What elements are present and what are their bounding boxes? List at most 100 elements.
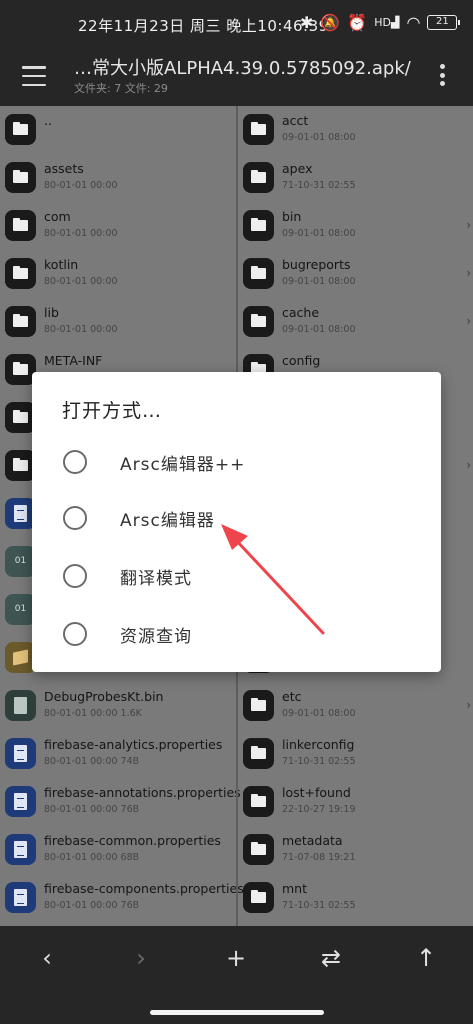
chevron-right-icon: › (466, 698, 471, 712)
file-meta: 71-07-08 19:21 (282, 852, 356, 863)
file-icon (5, 786, 36, 817)
folder-icon (5, 162, 36, 193)
file-row[interactable]: acct 09-01-01 08:00 (238, 107, 473, 155)
radio-button[interactable] (63, 622, 87, 646)
file-row[interactable]: firebase-common.properties 80-01-01 00:00… (0, 827, 236, 875)
file-name: config (282, 353, 321, 368)
file-row[interactable]: linkerconfig 71-10-31 02:55 (238, 731, 473, 779)
option-translate-mode[interactable]: 翻译模式 (32, 548, 441, 604)
file-name: firebase-components.properties (44, 881, 244, 896)
chevron-right-icon: › (466, 314, 471, 328)
option-label: 翻译模式 (120, 569, 192, 589)
file-name: cache (282, 305, 320, 320)
file-name: mnt (282, 881, 307, 896)
file-meta: 80-01-01 00:00 (44, 180, 118, 191)
wifi-icon: ◠ (406, 13, 421, 32)
file-name: lost+found (282, 785, 351, 800)
file-row[interactable]: firebase-components.properties 80-01-01 0… (0, 875, 244, 923)
file-row[interactable]: bugreports 09-01-01 08:00 › (238, 251, 473, 299)
path-title: …常大小版ALPHA4.39.0.5785092.apk/ (74, 58, 411, 79)
file-meta: 80-01-01 00:00 74B (44, 756, 140, 767)
file-row[interactable]: DebugProbesKt.bin 80-01-01 00:00 1.6K (0, 683, 236, 731)
file-row[interactable]: mnt 71-10-31 02:55 (238, 875, 473, 923)
file-meta: 80-01-01 00:00 76B (44, 900, 140, 911)
folder-icon (5, 258, 36, 289)
folder-icon (5, 114, 36, 145)
file-row[interactable]: etc 09-01-01 08:00 › (238, 683, 473, 731)
battery-icon: 21 (427, 15, 461, 30)
file-meta: 09-01-01 08:00 (282, 132, 356, 143)
radio-button[interactable] (63, 506, 87, 530)
file-name: DebugProbesKt.bin (44, 689, 164, 704)
file-name: lib (44, 305, 59, 320)
back-button[interactable]: ‹ (25, 938, 69, 978)
file-row[interactable]: lost+found 22-10-27 19:19 (238, 779, 473, 827)
file-name: apex (282, 161, 313, 176)
file-meta: 80-01-01 00:00 76B (44, 804, 140, 815)
option-label: 资源查询 (120, 627, 192, 647)
file-meta: 80-01-01 00:00 (44, 324, 118, 335)
file-row[interactable]: firebase-annotations.properties 80-01-01 … (0, 779, 241, 827)
status-icons: ✱ 🔕 ⏰ HD▟ ◠ 21 (300, 13, 461, 32)
add-button[interactable]: + (214, 938, 258, 978)
file-meta: 80-01-01 00:00 (44, 228, 118, 239)
file-row[interactable]: firebase-analytics.properties 80-01-01 00… (0, 731, 236, 779)
file-row[interactable]: .. (0, 107, 236, 155)
file-row[interactable]: lib 80-01-01 00:00 (0, 299, 236, 347)
option-resource-lookup[interactable]: 资源查询 (32, 606, 441, 662)
file-meta: 09-01-01 08:00 (282, 276, 356, 287)
folder-icon (243, 210, 274, 241)
file-meta: 09-01-01 08:00 (282, 228, 356, 239)
file-icon (5, 738, 36, 769)
folder-icon (243, 258, 274, 289)
chevron-right-icon: › (466, 458, 471, 472)
file-row[interactable]: com 80-01-01 00:00 (0, 203, 236, 251)
status-datetime: 22年11月23日 周三 晚上10:46:39 (78, 17, 329, 35)
status-bar: 22年11月23日 周三 晚上10:46:39 ✱ 🔕 ⏰ HD▟ ◠ 21 (0, 0, 473, 48)
home-indicator[interactable] (150, 1010, 324, 1015)
file-row[interactable]: bin 09-01-01 08:00 › (238, 203, 473, 251)
folder-icon (5, 210, 36, 241)
folder-icon (243, 162, 274, 193)
file-row[interactable]: assets 80-01-01 00:00 (0, 155, 236, 203)
file-name: assets (44, 161, 84, 176)
file-meta: 80-01-01 00:00 1.6K (44, 708, 142, 719)
file-name: firebase-common.properties (44, 833, 221, 848)
folder-file-count: 文件夹: 7 文件: 29 (74, 82, 168, 95)
option-label: Arsc编辑器 (120, 511, 215, 531)
file-meta: 80-01-01 00:00 (44, 276, 118, 287)
file-meta: 71-10-31 02:55 (282, 900, 356, 911)
file-name: .. (44, 113, 52, 128)
file-name: firebase-annotations.properties (44, 785, 241, 800)
file-row[interactable]: cache 09-01-01 08:00 › (238, 299, 473, 347)
file-meta: 71-10-31 02:55 (282, 756, 356, 767)
forward-button[interactable]: › (119, 938, 163, 978)
up-directory-button[interactable]: ↑ (404, 938, 448, 978)
menu-icon[interactable] (22, 66, 46, 86)
file-meta: 09-01-01 08:00 (282, 708, 356, 719)
file-row[interactable]: apex 71-10-31 02:55 (238, 155, 473, 203)
file-name: metadata (282, 833, 343, 848)
option-arsc-editor[interactable]: Arsc编辑器 (32, 490, 441, 546)
file-name: kotlin (44, 257, 79, 272)
more-options-icon[interactable] (440, 64, 446, 86)
file-name: bin (282, 209, 302, 224)
chevron-right-icon: › (466, 266, 471, 280)
file-meta: 80-01-01 00:00 68B (44, 852, 140, 863)
file-name: linkerconfig (282, 737, 355, 752)
bluetooth-icon: ✱ (300, 13, 314, 32)
radio-button[interactable] (63, 450, 87, 474)
file-icon (5, 690, 36, 721)
file-row[interactable]: metadata 71-07-08 19:21 (238, 827, 473, 875)
radio-button[interactable] (63, 564, 87, 588)
option-label: Arsc编辑器++ (120, 455, 246, 475)
open-with-dialog: 打开方式… Arsc编辑器++ Arsc编辑器 翻译模式 资源查询 (32, 372, 441, 672)
file-icon (5, 834, 36, 865)
file-row[interactable]: kotlin 80-01-01 00:00 (0, 251, 236, 299)
swap-panels-button[interactable]: ⇄ (309, 938, 353, 978)
file-meta: 71-10-31 02:55 (282, 180, 356, 191)
option-arsc-editor-plus[interactable]: Arsc编辑器++ (32, 434, 441, 490)
file-icon (5, 882, 36, 913)
file-meta: 09-01-01 08:00 (282, 324, 356, 335)
chevron-right-icon: › (466, 218, 471, 232)
